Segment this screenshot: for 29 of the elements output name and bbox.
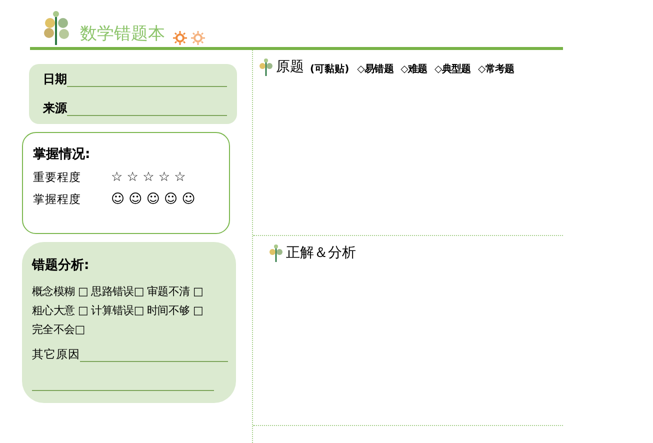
error-option[interactable]: 计算错误□	[91, 303, 144, 318]
rating-label: 掌握程度	[33, 192, 82, 207]
card-title: 错题分析:	[32, 257, 90, 274]
tree-icon	[269, 244, 283, 262]
rating-symbols: ☺ ☺ ☺ ☺ ☺	[111, 192, 196, 207]
tree-icon	[42, 9, 70, 45]
rating-label: 重要程度	[33, 170, 82, 185]
question-tag[interactable]: ◇典型题	[434, 62, 471, 76]
field-label: 其它原因	[32, 347, 80, 362]
error-option[interactable]: 思路错误□	[91, 284, 144, 299]
rating-symbols: ☆ ☆ ☆ ☆ ☆	[111, 170, 186, 185]
question-tag[interactable]: ◇易错题	[357, 62, 394, 76]
error-option[interactable]: 概念模糊 □	[32, 284, 88, 299]
paste-note: (可黏贴)	[310, 62, 350, 76]
sun-icon	[173, 31, 187, 45]
error-option[interactable]: 审题不清 □	[147, 284, 204, 299]
tree-icon	[259, 58, 273, 76]
question-tag[interactable]: ◇难题	[400, 62, 428, 76]
notebook-title: 数学错题本	[80, 23, 165, 45]
section-title: 正解＆分析	[286, 244, 356, 262]
field-label: 日期	[43, 72, 67, 87]
card-title: 掌握情况:	[33, 146, 92, 163]
section-title: 原题	[276, 58, 304, 76]
error-option[interactable]: 粗心大意 □	[32, 303, 88, 318]
error-option[interactable]: 时间不够 □	[147, 303, 204, 318]
error-option[interactable]: 完全不会□	[32, 322, 85, 337]
field-label: 来源	[43, 101, 67, 116]
sun-icon	[191, 31, 205, 45]
question-tag[interactable]: ◇常考题	[478, 62, 514, 76]
